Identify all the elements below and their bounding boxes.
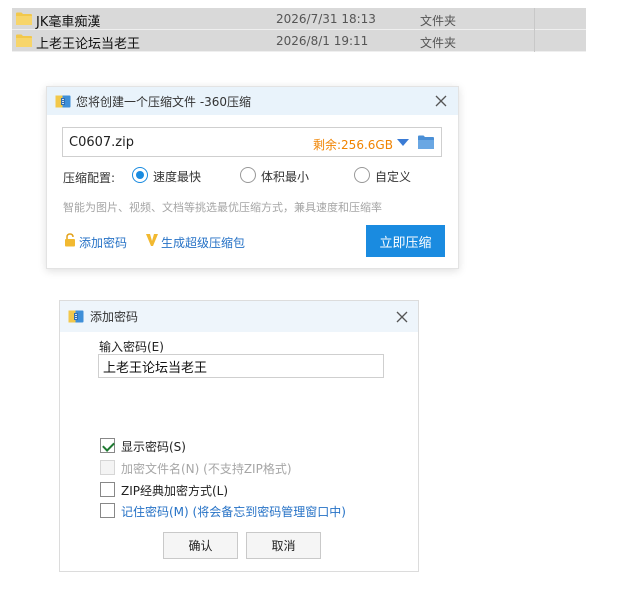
archive-path-field[interactable]: C0607.zip 剩余:256.6GB <box>62 127 442 157</box>
add-password-dialog: 添加密码 输入密码(E) 显示密码(S) 加密文件名(N) (不支持ZIP格式)… <box>59 300 419 572</box>
radio-circle[interactable] <box>132 167 148 183</box>
checkbox-label[interactable]: 记住密码(M) (将会备忘到密码管理窗口中) <box>121 503 346 520</box>
password-input-label: 输入密码(E) <box>99 340 164 354</box>
checkbox-box[interactable] <box>100 503 115 518</box>
archive-filename[interactable]: C0607.zip <box>69 135 134 150</box>
file-name: JK毫車痴漢 <box>36 15 101 30</box>
compress-config-label: 压缩配置: <box>63 171 116 185</box>
file-date: 2026/8/1 19:11 <box>276 34 369 48</box>
close-icon[interactable] <box>393 308 411 326</box>
checkbox-box[interactable] <box>100 482 115 497</box>
checkbox-box[interactable] <box>100 438 115 453</box>
radio-label[interactable]: 体积最小 <box>261 168 309 185</box>
compress-now-button[interactable]: 立即压缩 <box>366 225 445 257</box>
dialog-titlebar[interactable]: 添加密码 <box>60 301 418 332</box>
remaining-space: 剩余:256.6GB <box>313 138 393 152</box>
cancel-button[interactable]: 取消 <box>246 532 321 559</box>
file-type: 文件夹 <box>420 36 457 50</box>
file-list: JK毫車痴漢 2026/7/31 18:13 文件夹 上老王论坛当老王 2026… <box>12 8 586 52</box>
dialog-title: 您将创建一个压缩文件 -360压缩 <box>76 95 252 109</box>
close-icon[interactable] <box>432 92 450 110</box>
archive-logo-icon <box>68 310 84 323</box>
folder-icon <box>16 12 32 25</box>
radio-circle[interactable] <box>354 167 370 183</box>
compress-dialog: 您将创建一个压缩文件 -360压缩 C0607.zip 剩余:256.6GB 压… <box>46 86 459 269</box>
checkbox-label[interactable]: ZIP经典加密方式(L) <box>121 482 228 499</box>
folder-icon <box>16 34 32 47</box>
dialog-titlebar[interactable]: 您将创建一个压缩文件 -360压缩 <box>47 87 458 115</box>
archive-logo-icon <box>55 95 71 108</box>
folder-browse-icon[interactable] <box>418 135 434 149</box>
compress-hint: 智能为图片、视频、文档等挑选最优压缩方式，兼具速度和压缩率 <box>63 201 382 214</box>
file-type: 文件夹 <box>420 14 457 28</box>
radio-circle[interactable] <box>240 167 256 183</box>
file-date: 2026/7/31 18:13 <box>276 12 376 26</box>
file-name: 上老王论坛当老王 <box>36 37 141 52</box>
checkbox-label[interactable]: 显示密码(S) <box>121 438 186 455</box>
chevron-down-icon[interactable] <box>397 139 409 146</box>
confirm-button[interactable]: 确认 <box>163 532 238 559</box>
checkbox-box[interactable] <box>100 460 115 475</box>
column-divider <box>534 8 535 30</box>
add-password-label[interactable]: 添加密码 <box>79 234 127 251</box>
password-input[interactable] <box>98 354 384 378</box>
lock-icon <box>65 233 75 247</box>
radio-label[interactable]: 自定义 <box>375 168 411 185</box>
v-badge-icon <box>146 234 158 246</box>
column-divider <box>534 30 535 52</box>
file-row[interactable]: 上老王论坛当老王 2026/8/1 19:11 文件夹 <box>12 30 586 52</box>
super-package-label[interactable]: 生成超级压缩包 <box>161 234 245 251</box>
checkbox-label: 加密文件名(N) (不支持ZIP格式) <box>121 462 292 476</box>
radio-label[interactable]: 速度最快 <box>153 168 201 185</box>
dialog-title: 添加密码 <box>90 310 139 324</box>
file-row[interactable]: JK毫車痴漢 2026/7/31 18:13 文件夹 <box>12 8 586 30</box>
